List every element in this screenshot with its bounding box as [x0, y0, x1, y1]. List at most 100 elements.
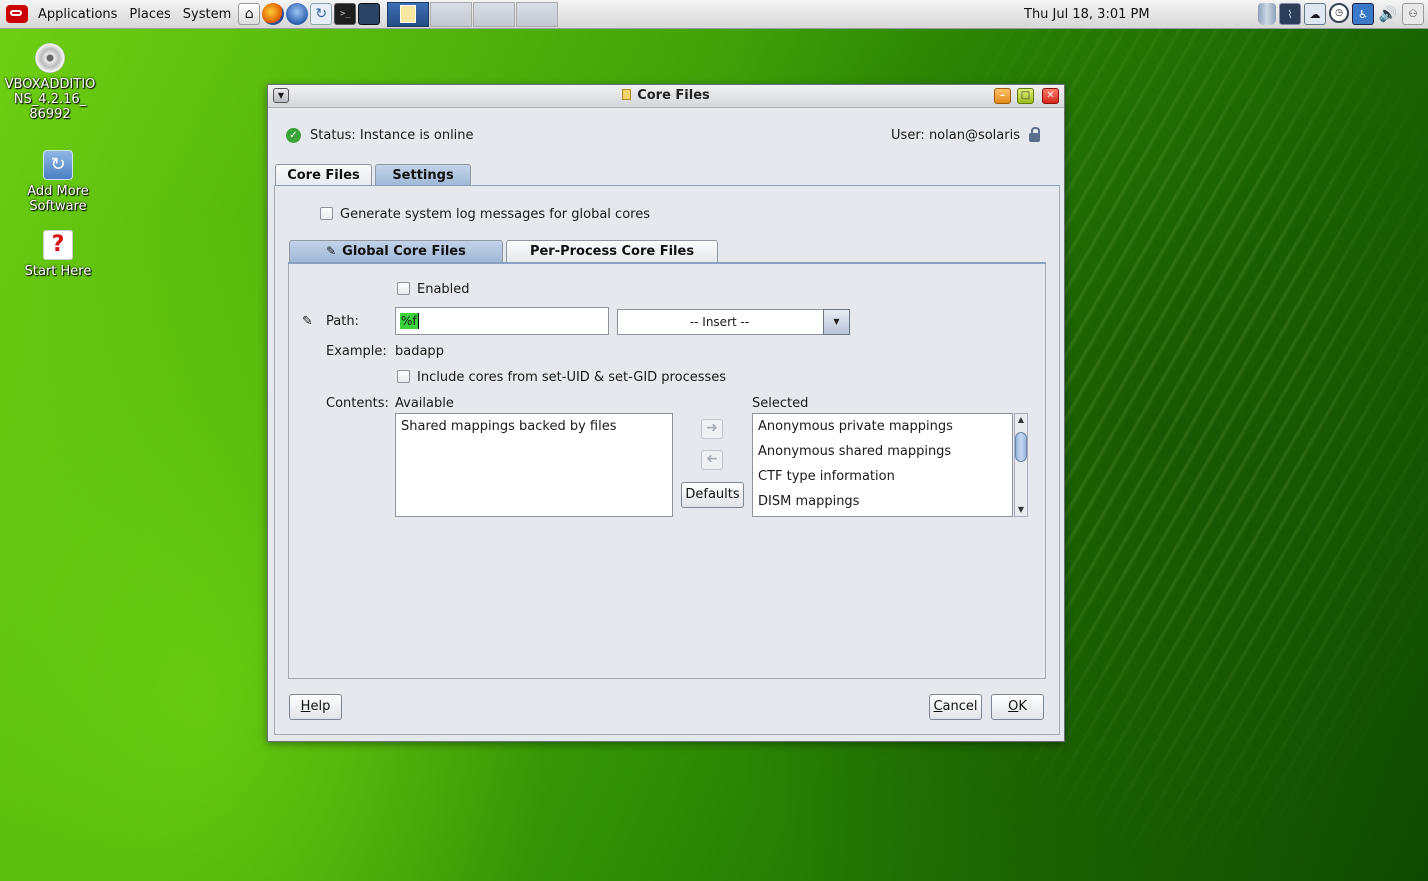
clock[interactable]: Thu Jul 18, 3:01 PM: [1024, 0, 1150, 29]
oracle-logo-icon[interactable]: [6, 5, 28, 23]
desktop-icon-label: Start Here: [24, 264, 92, 279]
path-input[interactable]: [395, 307, 609, 335]
pencil-info-icon: ✎: [326, 244, 337, 258]
remove-arrow-button[interactable]: ➜: [701, 450, 723, 470]
help-mnemonic: H: [300, 699, 311, 714]
enabled-checkbox[interactable]: [397, 282, 410, 295]
setuid-checkbox-row: Include cores from set-UID & set-GID pro…: [397, 370, 726, 385]
system-menu[interactable]: System: [177, 7, 237, 22]
list-item[interactable]: Shared mappings backed by files: [396, 414, 672, 439]
tab-per-process-core-files[interactable]: Per-Process Core Files: [506, 240, 718, 262]
time-slider-icon[interactable]: ◷: [1329, 3, 1349, 23]
enabled-label: Enabled: [417, 282, 470, 297]
workspace-4[interactable]: [516, 1, 559, 27]
add-arrow-button[interactable]: ➜: [701, 419, 723, 439]
maximize-button[interactable]: □: [1017, 88, 1034, 104]
defaults-button[interactable]: Defaults: [681, 482, 744, 508]
cancel-button[interactable]: Cancel: [929, 694, 982, 720]
window-title-text: Core Files: [637, 88, 710, 103]
selected-list-scrollbar[interactable]: ▲ ▼: [1014, 413, 1028, 517]
places-menu[interactable]: Places: [123, 7, 176, 22]
setuid-checkbox[interactable]: [397, 370, 410, 383]
status-ok-icon: ✓: [286, 128, 301, 143]
path-input-value[interactable]: %f: [400, 313, 419, 329]
workspace-3[interactable]: [473, 1, 516, 27]
list-item[interactable]: CTF type information: [753, 464, 1012, 489]
show-desktop-icon[interactable]: [358, 3, 381, 25]
example-value: badapp: [395, 344, 444, 359]
applications-menu[interactable]: Applications: [32, 7, 123, 22]
ok-mnemonic: O: [1008, 699, 1019, 714]
window-title: Core Files: [268, 85, 1064, 107]
list-item[interactable]: DISM mappings: [753, 489, 1012, 514]
path-label: Path:: [326, 314, 359, 329]
list-item[interactable]: Anonymous private mappings: [753, 414, 1012, 439]
terminal-icon[interactable]: >_: [334, 3, 357, 25]
desktop-icon-label: Software: [29, 199, 87, 214]
syslog-checkbox-row: Generate system log messages for global …: [320, 207, 650, 222]
document-icon: [622, 89, 632, 100]
minimize-button[interactable]: –: [994, 88, 1011, 104]
window-titlebar[interactable]: ▼ Core Files – □ ✕: [268, 85, 1064, 108]
ok-label-post: K: [1018, 699, 1027, 714]
user-area: User: nolan@solaris: [891, 127, 1040, 143]
status-text: Status: Instance is online: [310, 128, 474, 143]
enabled-checkbox-row: Enabled: [397, 282, 470, 297]
workspace-2[interactable]: [430, 1, 473, 27]
core-files-window: ▼ Core Files – □ ✕ ✓ Status: Instance is…: [267, 84, 1065, 742]
cd-icon: [35, 43, 65, 73]
insert-combobox-value: -- Insert --: [689, 315, 750, 329]
setuid-label: Include cores from set-UID & set-GID pro…: [417, 370, 727, 385]
status-area: ✓ Status: Instance is online: [286, 128, 474, 143]
available-list[interactable]: Shared mappings backed by files: [395, 413, 673, 517]
cancel-label-post: ancel: [942, 699, 978, 714]
tab-global-core-files[interactable]: ✎ Global Core Files: [289, 240, 503, 262]
help-button[interactable]: Help: [289, 694, 342, 720]
available-label: Available: [395, 396, 454, 411]
ok-button[interactable]: OK: [991, 694, 1044, 720]
desktop-icon-label: NS_4.2.16_: [13, 92, 87, 107]
desktop-icon-start-here[interactable]: ? Start Here: [8, 230, 108, 279]
tab-settings[interactable]: Settings: [375, 164, 471, 186]
scroll-up-icon[interactable]: ▲: [1015, 414, 1027, 426]
database-icon[interactable]: [1258, 3, 1276, 25]
help-label-post: elp: [310, 699, 331, 714]
syslog-checkbox[interactable]: [320, 207, 333, 220]
arrow-left-icon: ➜: [706, 451, 718, 467]
user-switcher-icon[interactable]: ⚇: [1402, 3, 1424, 25]
chevron-down-icon[interactable]: ▼: [823, 309, 850, 335]
scroll-thumb[interactable]: [1015, 432, 1027, 462]
home-folder-icon[interactable]: ⌂: [238, 3, 261, 25]
list-item[interactable]: Anonymous shared mappings: [753, 439, 1012, 464]
cancel-mnemonic: C: [933, 699, 943, 714]
close-button[interactable]: ✕: [1042, 88, 1059, 104]
taskbar-item-core-files[interactable]: [387, 1, 430, 27]
accessibility-icon[interactable]: ♿: [1352, 3, 1374, 25]
example-label: Example:: [326, 344, 387, 359]
insert-combobox[interactable]: -- Insert -- ▼: [617, 309, 850, 335]
system-monitor-icon[interactable]: ⌇: [1279, 3, 1301, 25]
tab-core-files[interactable]: Core Files: [275, 164, 372, 186]
padlock-icon[interactable]: [1029, 127, 1040, 142]
firefox-icon[interactable]: [262, 3, 285, 25]
selected-list[interactable]: Anonymous private mappings Anonymous sha…: [752, 413, 1013, 517]
syslog-label: Generate system log messages for global …: [340, 207, 650, 222]
desktop-icon-vboxadditions[interactable]: VBOXADDITIO NS_4.2.16_ 86992: [0, 43, 100, 122]
top-panel: Applications Places System ⌂ ↻ >_ Thu Ju…: [0, 0, 1428, 29]
window-list: [387, 1, 559, 28]
user-text: User: nolan@solaris: [891, 128, 1020, 143]
tab-global-core-files-label: Global Core Files: [342, 244, 466, 259]
window-icon: [400, 5, 417, 23]
network-icon[interactable]: ☁: [1304, 3, 1326, 25]
add-software-icon: ↻: [43, 150, 73, 180]
scroll-down-icon[interactable]: ▼: [1015, 504, 1027, 516]
notification-area: ⌇ ☁ ◷ ♿ 🔊 ⚇: [1258, 3, 1424, 25]
volume-icon[interactable]: 🔊: [1377, 3, 1399, 25]
arrow-right-icon: ➜: [706, 420, 718, 436]
thunderbird-icon[interactable]: [286, 3, 309, 25]
update-manager-icon[interactable]: ↻: [310, 3, 333, 25]
desktop-icon-label: Add More: [27, 184, 89, 199]
desktop-icon-label: VBOXADDITIO: [4, 77, 96, 92]
help-question-icon: ?: [43, 230, 73, 260]
desktop-icon-add-more-software[interactable]: ↻ Add More Software: [8, 150, 108, 214]
